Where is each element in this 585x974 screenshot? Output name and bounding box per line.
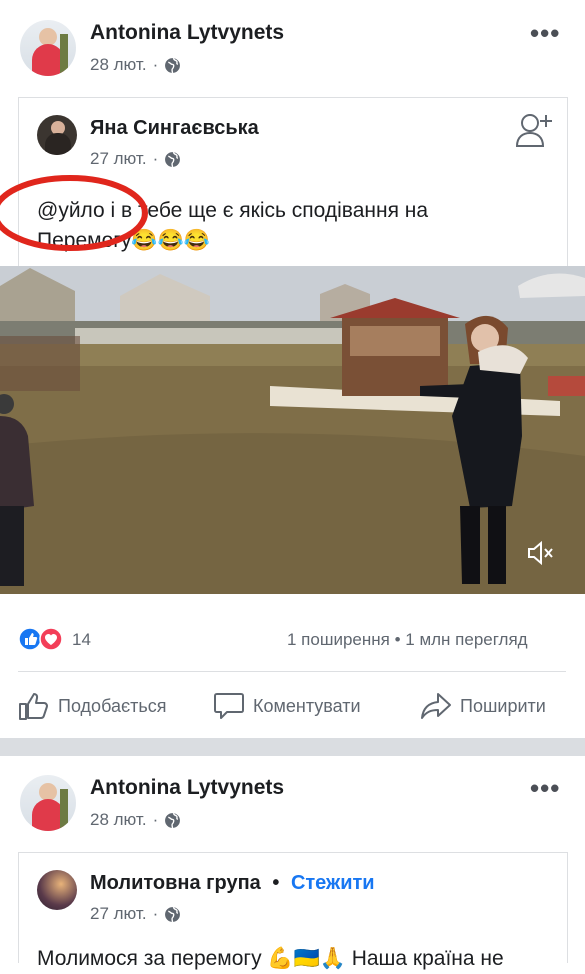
- group-name[interactable]: Молитовна група: [90, 872, 261, 894]
- shared-post-date[interactable]: 27 лют.: [90, 904, 147, 924]
- post-meta: 28 лют. ·: [90, 55, 181, 75]
- mute-icon[interactable]: [525, 538, 555, 568]
- comment-button[interactable]: Коментувати: [213, 691, 361, 721]
- shared-post-text: Молимося за перемогу 💪🇺🇦🙏 Наша країна не: [37, 947, 504, 970]
- share-label: Поширити: [460, 695, 546, 716]
- shares-views[interactable]: 1 поширення • 1 млн перегляд: [287, 630, 528, 650]
- group-avatar[interactable]: [37, 870, 77, 910]
- group-header: Молитовна група • Стежити: [90, 872, 375, 895]
- like-label: Подобається: [58, 695, 167, 716]
- more-icon[interactable]: •••: [530, 20, 560, 46]
- shared-post-date[interactable]: 27 лют.: [90, 149, 147, 169]
- post-date[interactable]: 28 лют.: [90, 810, 147, 830]
- globe-icon: [165, 812, 181, 828]
- follow-button[interactable]: Стежити: [291, 872, 375, 894]
- video-frame: [0, 266, 585, 594]
- reactions-count[interactable]: 14: [72, 630, 91, 650]
- like-button[interactable]: Подобається: [18, 691, 167, 721]
- globe-icon: [165, 906, 181, 922]
- author-name[interactable]: Antonina Lytvynets: [90, 21, 284, 45]
- reaction-icons[interactable]: [18, 627, 66, 651]
- author-name[interactable]: Antonina Lytvynets: [90, 776, 284, 800]
- add-friend-icon[interactable]: [516, 112, 554, 148]
- header-separator: •: [272, 872, 280, 894]
- comment-icon: [214, 693, 244, 719]
- avatar[interactable]: [20, 775, 76, 831]
- divider: [18, 671, 566, 672]
- like-icon: [19, 693, 48, 720]
- shared-post-meta: 27 лют. ·: [90, 904, 181, 924]
- share-button[interactable]: Поширити: [420, 691, 546, 721]
- annotation-circle: [0, 175, 148, 251]
- video-player[interactable]: [0, 266, 585, 594]
- globe-icon: [165, 151, 181, 167]
- avatar[interactable]: [20, 20, 76, 76]
- globe-icon: [165, 57, 181, 73]
- post-date[interactable]: 28 лют.: [90, 55, 147, 75]
- comment-label: Коментувати: [253, 695, 361, 716]
- shared-avatar[interactable]: [37, 115, 77, 155]
- shared-post-meta: 27 лют. ·: [90, 149, 181, 169]
- more-icon[interactable]: •••: [530, 775, 560, 801]
- love-reaction-icon: [39, 627, 63, 651]
- share-icon: [421, 693, 451, 719]
- feed-separator: [0, 738, 585, 756]
- shared-author-name[interactable]: Яна Сингаєвська: [90, 117, 259, 140]
- post-meta: 28 лют. ·: [90, 810, 181, 830]
